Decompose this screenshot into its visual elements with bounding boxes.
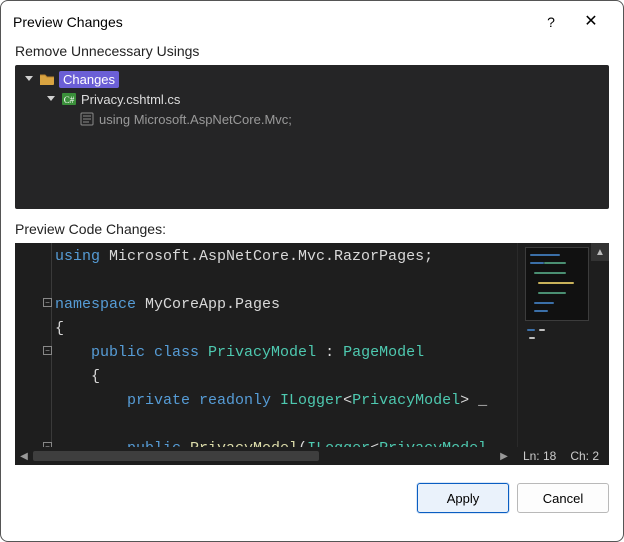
code-line-icon (79, 111, 95, 127)
code-content[interactable]: using Microsoft.AspNetCore.Mvc.RazorPage… (55, 243, 517, 447)
scroll-thumb[interactable] (33, 451, 319, 461)
minimap[interactable]: ▲ (517, 243, 609, 447)
tree-node-using[interactable]: using Microsoft.AspNetCore.Mvc; (19, 109, 605, 129)
chevron-down-icon[interactable] (45, 93, 57, 105)
titlebar: Preview Changes ? ✕ (1, 1, 623, 41)
dialog-buttons: Apply Cancel (1, 473, 623, 527)
col-indicator: Ch: 2 (570, 449, 599, 463)
scroll-right-icon[interactable]: ▶ (495, 447, 513, 465)
csharp-file-icon: C# (61, 91, 77, 107)
horizontal-scrollbar[interactable]: ◀ ▶ Ln: 18 Ch: 2 (15, 447, 609, 465)
outline-collapse-icon[interactable]: − (43, 298, 52, 307)
changes-tree: Changes C# Privacy.cshtml.cs using Micro… (15, 65, 609, 209)
dialog-title: Preview Changes (13, 14, 531, 30)
apply-button[interactable]: Apply (417, 483, 509, 513)
svg-text:C#: C# (64, 95, 75, 105)
outline-collapse-icon[interactable]: − (43, 346, 52, 355)
folder-icon (39, 71, 55, 87)
help-button[interactable]: ? (531, 12, 571, 32)
tree-node-label: Privacy.cshtml.cs (81, 92, 180, 107)
cancel-button[interactable]: Cancel (517, 483, 609, 513)
editor-status: Ln: 18 Ch: 2 (513, 449, 609, 463)
tree-node-label: Changes (59, 71, 119, 88)
code-preview: − − − using Microsoft.AspNetCore.Mvc.Raz… (15, 243, 609, 465)
scroll-left-icon[interactable]: ◀ (15, 447, 33, 465)
code-section-label: Preview Code Changes: (1, 219, 623, 243)
tree-node-changes[interactable]: Changes (19, 69, 605, 89)
minimap-thumbnail (525, 247, 589, 321)
line-indicator: Ln: 18 (523, 449, 556, 463)
outline-collapse-icon[interactable]: − (43, 442, 52, 447)
scroll-track[interactable] (33, 449, 495, 463)
tree-node-label: using Microsoft.AspNetCore.Mvc; (99, 112, 292, 127)
tree-node-file[interactable]: C# Privacy.cshtml.cs (19, 89, 605, 109)
scroll-up-icon[interactable]: ▲ (591, 243, 609, 261)
chevron-down-icon[interactable] (23, 73, 35, 85)
code-gutter: − − − (15, 243, 55, 447)
tree-section-label: Remove Unnecessary Usings (1, 41, 623, 65)
close-button[interactable]: ✕ (571, 12, 611, 32)
